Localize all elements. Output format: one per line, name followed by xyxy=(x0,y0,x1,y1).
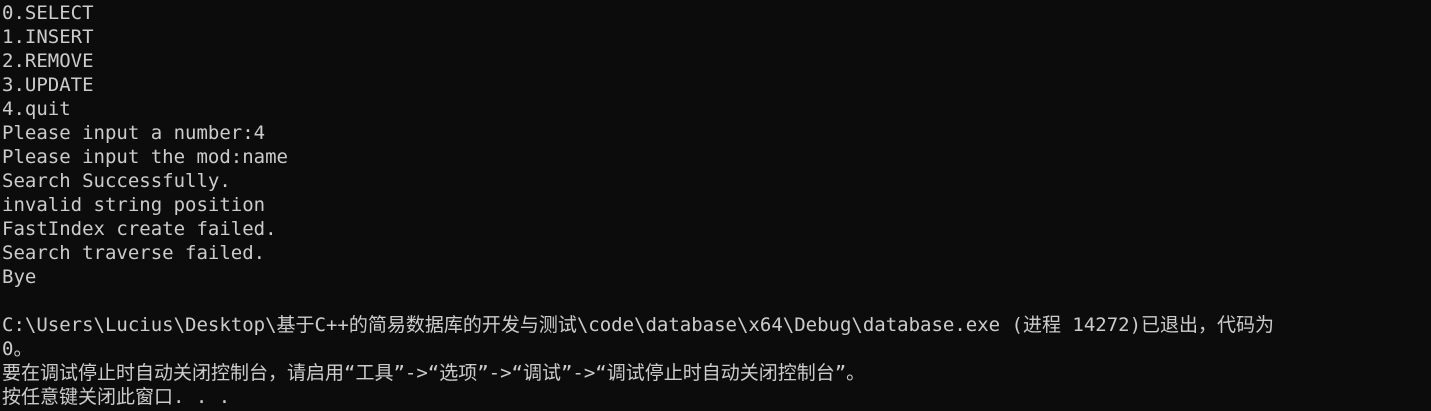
auto-close-hint-line: 要在调试停止时自动关闭控制台，请启用“工具”->“选项”->“调试”->“调试停… xyxy=(2,362,866,384)
exit-code-line: 0。 xyxy=(2,338,33,360)
menu-option-update: 3.UPDATE xyxy=(2,74,94,96)
prompt-number-line: Please input a number:4 xyxy=(2,122,266,144)
press-any-key-line: 按任意键关闭此窗口. . . xyxy=(2,386,231,408)
menu-option-select: 0.SELECT xyxy=(2,2,94,24)
message-invalid-position: invalid string position xyxy=(2,194,266,216)
message-search-success: Search Successfully. xyxy=(2,170,231,192)
menu-option-remove: 2.REMOVE xyxy=(2,50,94,72)
message-bye: Bye xyxy=(2,266,37,288)
message-traverse-failed: Search traverse failed. xyxy=(2,242,266,264)
exit-status-line: C:\Users\Lucius\Desktop\基于C++的简易数据库的开发与测… xyxy=(2,314,1275,336)
menu-option-insert: 1.INSERT xyxy=(2,26,94,48)
menu-option-quit: 4.quit xyxy=(2,98,71,120)
console-window[interactable]: 0.SELECT 1.INSERT 2.REMOVE 3.UPDATE 4.qu… xyxy=(0,0,1431,411)
message-fastindex-failed: FastIndex create failed. xyxy=(2,218,277,240)
prompt-mod-line: Please input the mod:name xyxy=(2,146,288,168)
